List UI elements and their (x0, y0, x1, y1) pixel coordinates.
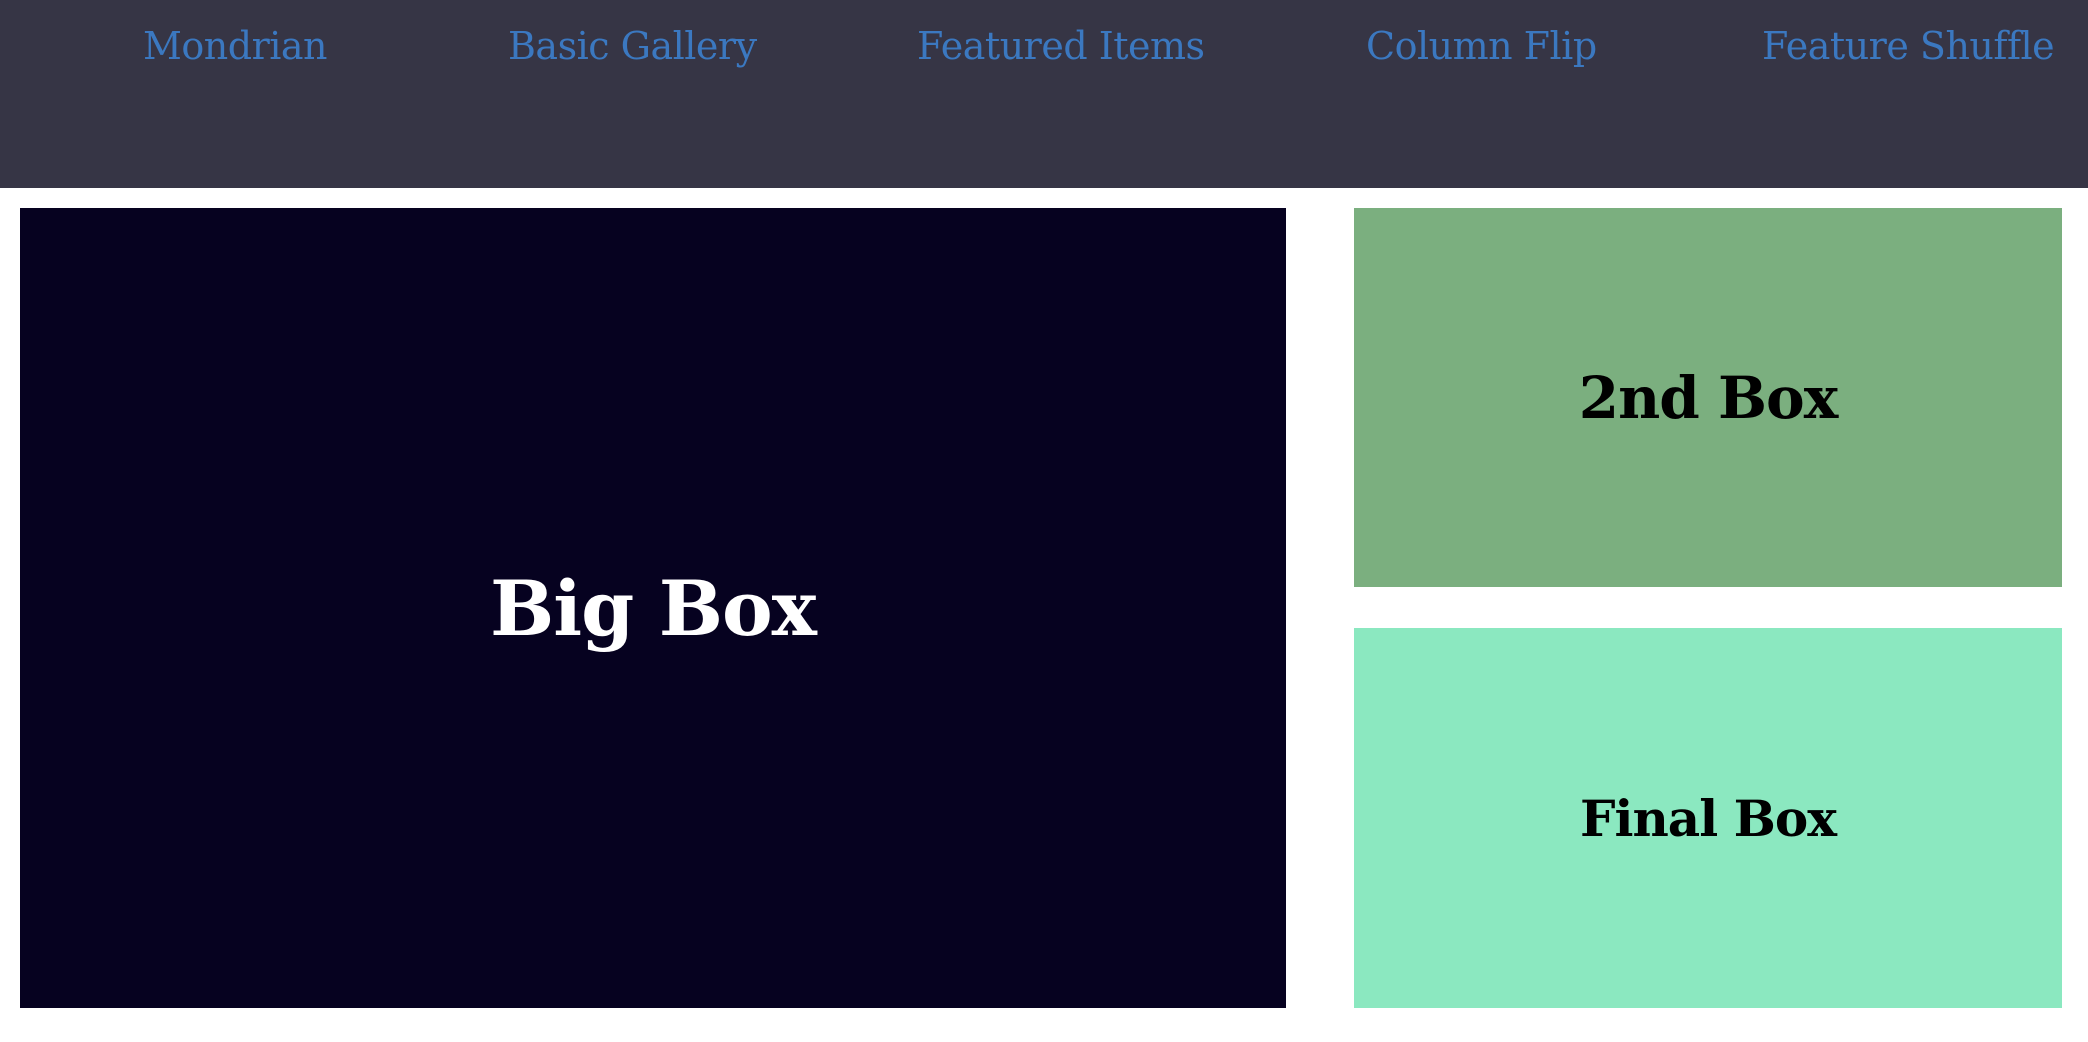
nav-link-feature-shuffle[interactable]: Feature Shuffle (1762, 22, 2055, 70)
nav-link-column-flip[interactable]: Column Flip (1366, 22, 1597, 70)
big-box-label: Big Box (490, 563, 817, 653)
final-box: Final Box (1354, 628, 2062, 1008)
final-box-label: Final Box (1579, 788, 1837, 848)
second-box: 2nd Box (1354, 208, 2062, 587)
nav-link-mondrian[interactable]: Mondrian (143, 22, 328, 70)
top-navigation-bar: Mondrian Basic Gallery Featured Items Co… (0, 0, 2088, 188)
nav-link-basic-gallery[interactable]: Basic Gallery (508, 22, 757, 70)
nav-link-featured-items[interactable]: Featured Items (917, 22, 1205, 70)
second-box-label: 2nd Box (1578, 363, 1839, 432)
big-box: Big Box (20, 208, 1286, 1008)
